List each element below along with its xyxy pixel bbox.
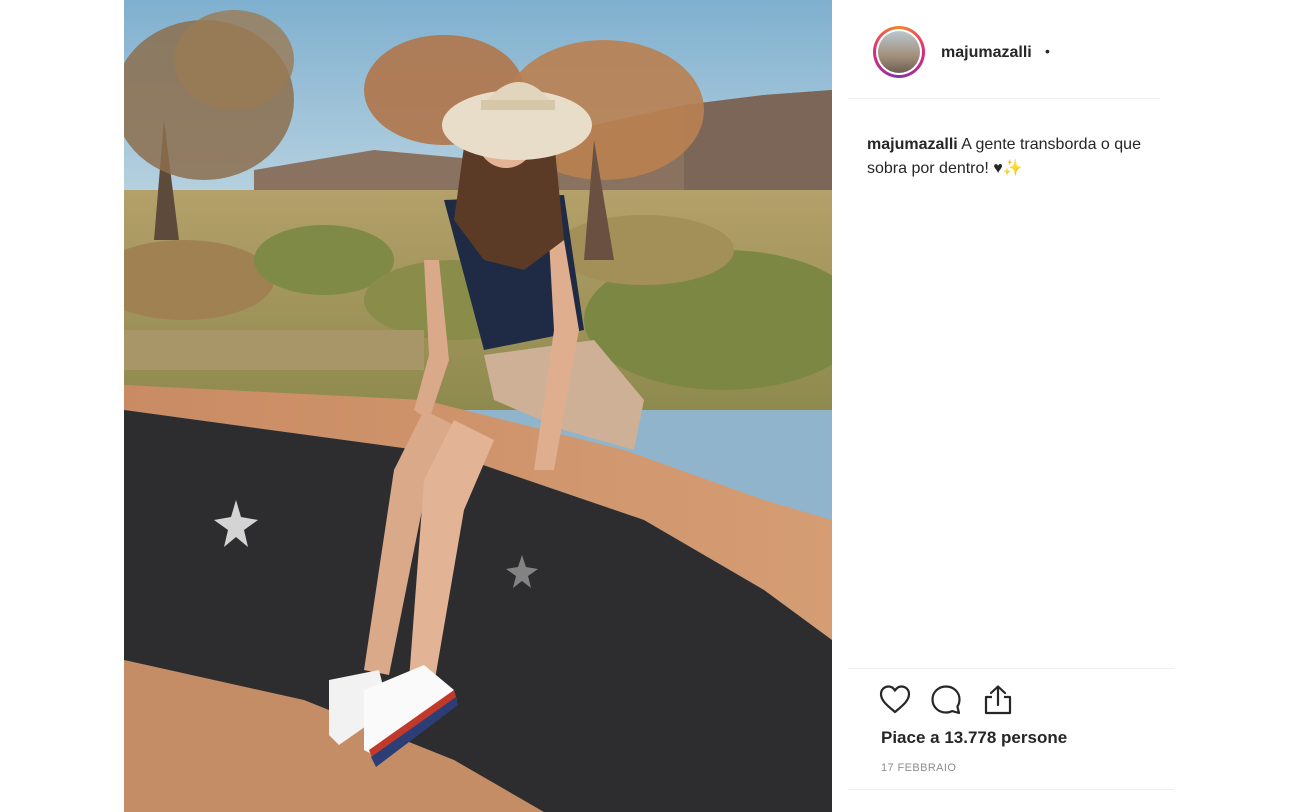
comment-button[interactable]: [929, 683, 963, 717]
actions-section: Piace a 13.778 persone 17 FEBBRAIO: [848, 668, 1174, 789]
comment-area-divider: [848, 789, 1174, 790]
post-header: majumazalli •: [848, 0, 1160, 99]
header-dot-separator: •: [1045, 43, 1050, 59]
comment-icon: [931, 685, 961, 715]
like-button[interactable]: [878, 683, 912, 717]
instagram-post: majumazalli • majumazalli A gente transb…: [124, 0, 1174, 812]
avatar[interactable]: [878, 31, 920, 73]
post-photo[interactable]: [124, 0, 832, 812]
share-button[interactable]: [981, 683, 1015, 717]
likes-count[interactable]: Piace a 13.778 persone: [881, 728, 1067, 748]
story-ring[interactable]: [873, 26, 925, 78]
share-icon: [984, 685, 1012, 715]
header-username[interactable]: majumazalli: [941, 44, 1032, 62]
heart-icon: [879, 685, 911, 714]
avatar-border: [876, 29, 922, 75]
post-caption: majumazalli A gente transborda o que sob…: [867, 133, 1167, 181]
post-side-panel: majumazalli • majumazalli A gente transb…: [832, 0, 1174, 812]
post-photo-illustration: [124, 0, 832, 812]
caption-username[interactable]: majumazalli: [867, 136, 958, 153]
post-date[interactable]: 17 FEBBRAIO: [881, 762, 956, 774]
